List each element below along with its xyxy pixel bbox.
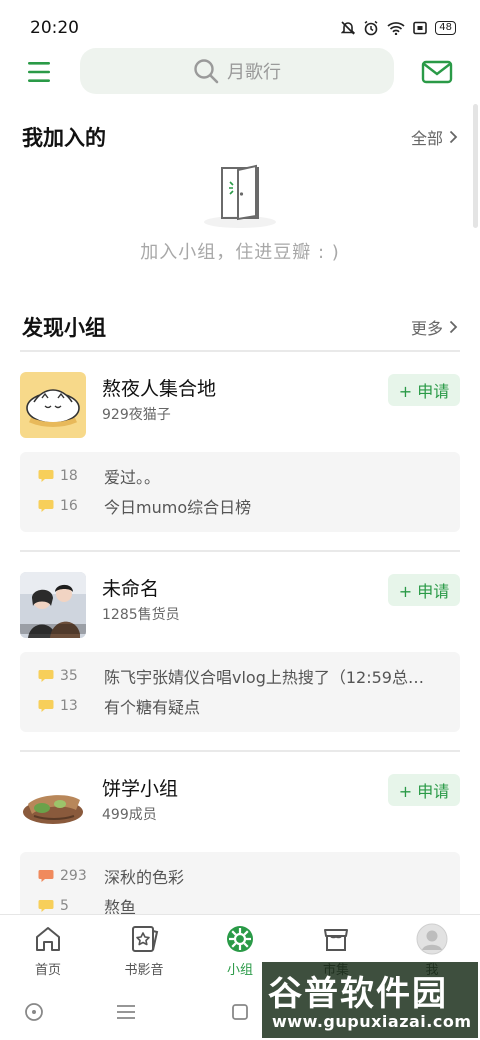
- group-member-count: 499成员: [102, 807, 157, 823]
- discover-header: 发现小组 更多: [22, 312, 458, 342]
- market-icon: [320, 923, 352, 955]
- empty-state-text: 加入小组，住进豆瓣 : ): [140, 242, 340, 263]
- group-member-count: 929夜猫子: [102, 407, 171, 423]
- comment-bubble-icon: [38, 700, 54, 712]
- topic-title: 陈飞宇张婧仪合唱vlog上热搜了（12:59总…: [104, 668, 424, 687]
- topic-comment-count: 18: [60, 468, 78, 484]
- more-groups-link[interactable]: 更多: [411, 315, 458, 339]
- mute-bell-icon: [341, 21, 356, 35]
- topic-title: 深秋的色彩: [104, 868, 185, 887]
- profile-avatar-icon: [416, 923, 448, 955]
- door-icon: [204, 164, 276, 228]
- topic-item[interactable]: 5 熬鱼: [38, 894, 446, 914]
- main-content[interactable]: 我加入的 全部 加入小组，住进豆瓣 : ) 发现小组 更多 熬夜人集合地 929…: [0, 100, 480, 914]
- topic-comment-count: 35: [60, 668, 78, 684]
- pancake-food-thumbnail: [20, 772, 86, 838]
- watermark-url: www.gupuxiazai.com: [272, 1012, 472, 1031]
- wifi-icon: [387, 22, 405, 35]
- system-home-button[interactable]: [228, 1000, 252, 1024]
- system-back-button[interactable]: [22, 1000, 46, 1024]
- group-card[interactable]: 熬夜人集合地 929夜猫子 + 申请 18 爱过。。 16 今日mumo综合日榜: [20, 372, 460, 572]
- group-name: 熬夜人集合地: [102, 378, 217, 400]
- circle-dot-icon: [25, 1003, 43, 1021]
- join-group-button[interactable]: + 申请: [388, 574, 460, 606]
- my-groups-header: 我加入的 全部: [22, 122, 458, 152]
- watermark-title: 谷普软件园: [268, 974, 448, 1014]
- comment-bubble-icon: [38, 900, 54, 912]
- status-time: 20:20: [30, 18, 79, 38]
- group-card[interactable]: 饼学小组 499成员 + 申请 293 深秋的色彩 5 熬鱼: [20, 772, 460, 914]
- all-groups-label: 全部: [410, 129, 443, 148]
- tab-media-label: 书影音: [124, 963, 164, 978]
- all-groups-link[interactable]: 全部: [411, 125, 458, 149]
- tab-home-label: 首页: [34, 963, 61, 978]
- topic-title: 爱过。。: [104, 468, 161, 487]
- couple-photo-thumbnail: [20, 572, 86, 638]
- comment-bubble-icon: [38, 500, 54, 512]
- battery-indicator: 48: [435, 21, 456, 35]
- hamburger-menu-icon: [28, 62, 50, 82]
- topic-item[interactable]: 293 深秋的色彩: [38, 864, 446, 888]
- divider: [20, 750, 460, 752]
- topic-comment-count: 16: [60, 498, 78, 514]
- tab-groups-label: 小组: [226, 963, 253, 978]
- group-name: 未命名: [102, 578, 160, 600]
- divider: [20, 550, 460, 552]
- system-menu-button[interactable]: [114, 1000, 138, 1024]
- mail-button[interactable]: [420, 58, 454, 86]
- topic-title: 熬鱼: [104, 898, 137, 914]
- group-avatar: [20, 372, 86, 438]
- media-card-icon: [128, 923, 160, 955]
- home-icon: [32, 923, 64, 955]
- watermark-logo: 谷普软件园 www.gupuxiazai.com: [262, 962, 478, 1038]
- join-group-button[interactable]: + 申请: [388, 774, 460, 806]
- group-name: 饼学小组: [102, 778, 179, 800]
- divider: [20, 350, 460, 352]
- comment-bubble-icon: [38, 670, 54, 682]
- group-topics: 18 爱过。。 16 今日mumo综合日榜: [20, 452, 460, 532]
- sleepy-cat-illustration: [20, 372, 86, 438]
- group-topics: 35 陈飞宇张婧仪合唱vlog上热搜了（12:59总… 13 有个糖有疑点: [20, 652, 460, 732]
- group-icon: [224, 923, 256, 955]
- group-avatar: [20, 572, 86, 638]
- topic-item[interactable]: 16 今日mumo综合日榜: [38, 494, 446, 518]
- search-icon: [194, 59, 219, 84]
- tab-media[interactable]: 书影音: [96, 915, 192, 986]
- topic-item[interactable]: 13 有个糖有疑点: [38, 694, 446, 718]
- my-groups-empty-state: 加入小组，住进豆瓣 : ): [0, 164, 480, 264]
- topic-comment-count: 13: [60, 698, 78, 714]
- chevron-right-icon: [449, 130, 458, 144]
- square-icon: [232, 1004, 248, 1020]
- mail-envelope-icon: [421, 60, 453, 84]
- topic-item[interactable]: 35 陈飞宇张婧仪合唱vlog上热搜了（12:59总…: [38, 664, 446, 688]
- topic-comment-count: 293: [60, 868, 87, 884]
- search-bar[interactable]: 月歌行: [80, 48, 394, 94]
- alarm-icon: [364, 20, 378, 36]
- my-groups-title: 我加入的: [22, 126, 106, 150]
- hot-comment-bubble-icon: [38, 870, 54, 882]
- sim-card-icon: [413, 21, 428, 35]
- topic-comment-count: 5: [60, 898, 69, 914]
- join-group-button[interactable]: + 申请: [388, 374, 460, 406]
- menu-button[interactable]: [24, 58, 56, 86]
- comment-bubble-icon: [38, 470, 54, 482]
- group-member-count: 1285售货员: [102, 607, 180, 623]
- discover-title: 发现小组: [22, 316, 106, 340]
- top-bar: 月歌行: [0, 48, 480, 96]
- more-groups-label: 更多: [410, 319, 443, 338]
- tab-home[interactable]: 首页: [0, 915, 96, 986]
- chevron-right-icon: [449, 320, 458, 334]
- status-icons: 48: [341, 20, 456, 36]
- group-topics: 293 深秋的色彩 5 熬鱼: [20, 852, 460, 914]
- menu-lines-icon: [117, 1005, 135, 1019]
- search-placeholder: 月歌行: [227, 62, 281, 83]
- topic-item[interactable]: 18 爱过。。: [38, 464, 446, 488]
- group-avatar: [20, 772, 86, 838]
- topic-title: 有个糖有疑点: [104, 698, 201, 717]
- topic-title: 今日mumo综合日榜: [104, 498, 252, 517]
- group-card[interactable]: 未命名 1285售货员 + 申请 35 陈飞宇张婧仪合唱vlog上热搜了（12:…: [20, 572, 460, 772]
